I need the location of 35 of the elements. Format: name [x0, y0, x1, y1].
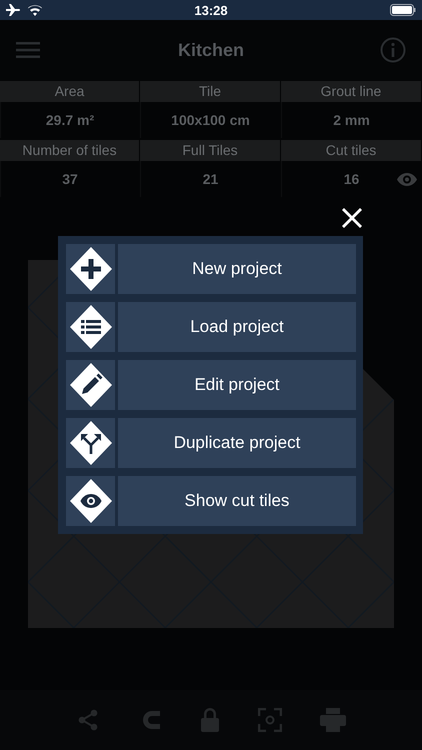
battery-icon	[390, 4, 416, 16]
menu-item[interactable]: Load project	[118, 302, 356, 352]
close-button[interactable]	[340, 206, 364, 230]
split-arrows-icon	[66, 418, 115, 468]
menu-item[interactable]: New project	[118, 244, 356, 294]
focus-button[interactable]	[258, 708, 282, 732]
stat-value: 2 mm	[333, 112, 370, 128]
column-label: Cut tiles	[281, 140, 421, 161]
column-label: Area	[0, 81, 139, 102]
stat-value: 100x100 cm	[171, 112, 250, 128]
pencil-icon	[66, 360, 115, 410]
column-label: Full Tiles	[140, 140, 280, 161]
stat-value: 21	[202, 171, 218, 187]
menu-item[interactable]: Duplicate project	[118, 418, 356, 468]
stat-value: 16	[344, 171, 360, 187]
screen-title: Kitchen	[178, 40, 244, 60]
wifi-icon	[28, 4, 42, 16]
column-label: Tile	[140, 81, 280, 102]
status-time: 13:28	[194, 2, 228, 18]
share-button[interactable]	[76, 708, 100, 732]
stat-value: 29.7 m²	[46, 112, 94, 128]
eye-icon	[66, 476, 115, 526]
plus-icon	[66, 244, 115, 294]
menu-button[interactable]	[16, 41, 40, 59]
column-label: Number of tiles	[0, 140, 139, 161]
print-button[interactable]	[320, 708, 346, 732]
menu-item[interactable]: Edit project	[118, 360, 356, 410]
list-icon	[66, 302, 115, 352]
eye-icon[interactable]	[397, 173, 417, 186]
column-label: Grout line	[281, 81, 421, 102]
info-button[interactable]	[380, 37, 406, 63]
stat-value: 37	[62, 171, 78, 187]
lock-button[interactable]	[200, 707, 220, 733]
airplane-icon	[6, 4, 20, 16]
menu-item[interactable]: Show cut tiles	[118, 476, 356, 526]
